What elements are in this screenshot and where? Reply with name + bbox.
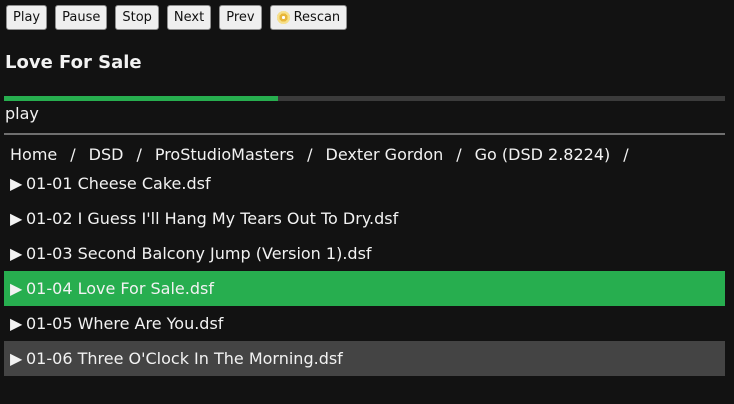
play-icon: ▶ (10, 314, 23, 333)
file-name: 01-05 Where Are You.dsf (26, 314, 224, 333)
breadcrumb-separator: / (623, 145, 629, 164)
file-name: 01-03 Second Balcony Jump (Version 1).ds… (26, 244, 372, 263)
breadcrumb-item[interactable]: Dexter Gordon (326, 145, 444, 164)
breadcrumb-item[interactable]: Go (DSD 2.8224) (475, 145, 611, 164)
play-icon: ▶ (10, 209, 23, 228)
list-item[interactable]: ▶ 01-04 Love For Sale.dsf (4, 271, 725, 306)
toolbar: Play Pause Stop Next Prev Rescan (6, 5, 348, 30)
rescan-label: Rescan (293, 10, 341, 25)
file-name: 01-02 I Guess I'll Hang My Tears Out To … (26, 209, 399, 228)
breadcrumb-separator: / (307, 145, 313, 164)
play-icon: ▶ (10, 174, 23, 193)
stop-button[interactable]: Stop (115, 5, 159, 30)
file-name: 01-01 Cheese Cake.dsf (26, 174, 211, 193)
play-icon: ▶ (10, 244, 23, 263)
disc-icon (276, 11, 290, 24)
play-icon: ▶ (10, 279, 23, 298)
next-button[interactable]: Next (166, 5, 212, 30)
list-item[interactable]: ▶ 01-03 Second Balcony Jump (Version 1).d… (4, 236, 725, 271)
prev-button[interactable]: Prev (219, 5, 262, 30)
breadcrumb: Home / DSD / ProStudioMasters / Dexter Gordon /… (10, 145, 642, 164)
pause-button[interactable]: Pause (55, 5, 108, 30)
breadcrumb-item[interactable]: ProStudioMasters (155, 145, 294, 164)
divider (4, 133, 725, 135)
play-icon: ▶ (10, 349, 23, 368)
breadcrumb-separator: / (456, 145, 462, 164)
breadcrumb-separator: / (136, 145, 142, 164)
list-item[interactable]: ▶ 01-02 I Guess I'll Hang My Tears Out To… (4, 201, 725, 236)
progress-bar[interactable] (4, 96, 725, 101)
player-status: play (5, 104, 39, 123)
file-name: 01-06 Three O'Clock In The Morning.dsf (26, 349, 343, 368)
list-item[interactable]: ▶ 01-06 Three O'Clock In The Morning.dsf (4, 341, 725, 376)
play-button[interactable]: Play (6, 5, 48, 30)
list-item[interactable]: ▶ 01-01 Cheese Cake.dsf (4, 166, 725, 201)
breadcrumb-item[interactable]: Home (10, 145, 57, 164)
breadcrumb-item[interactable]: DSD (89, 145, 124, 164)
file-list: ▶ 01-01 Cheese Cake.dsf ▶ 01-02 I Guess I'l… (4, 166, 725, 376)
breadcrumb-separator: / (70, 145, 76, 164)
progress-fill (4, 96, 278, 101)
file-name: 01-04 Love For Sale.dsf (26, 279, 214, 298)
rescan-button[interactable]: Rescan (269, 5, 348, 30)
list-item[interactable]: ▶ 01-05 Where Are You.dsf (4, 306, 725, 341)
player-page: Play Pause Stop Next Prev Rescan Love Fo… (0, 0, 734, 404)
now-playing-title: Love For Sale (5, 52, 142, 73)
